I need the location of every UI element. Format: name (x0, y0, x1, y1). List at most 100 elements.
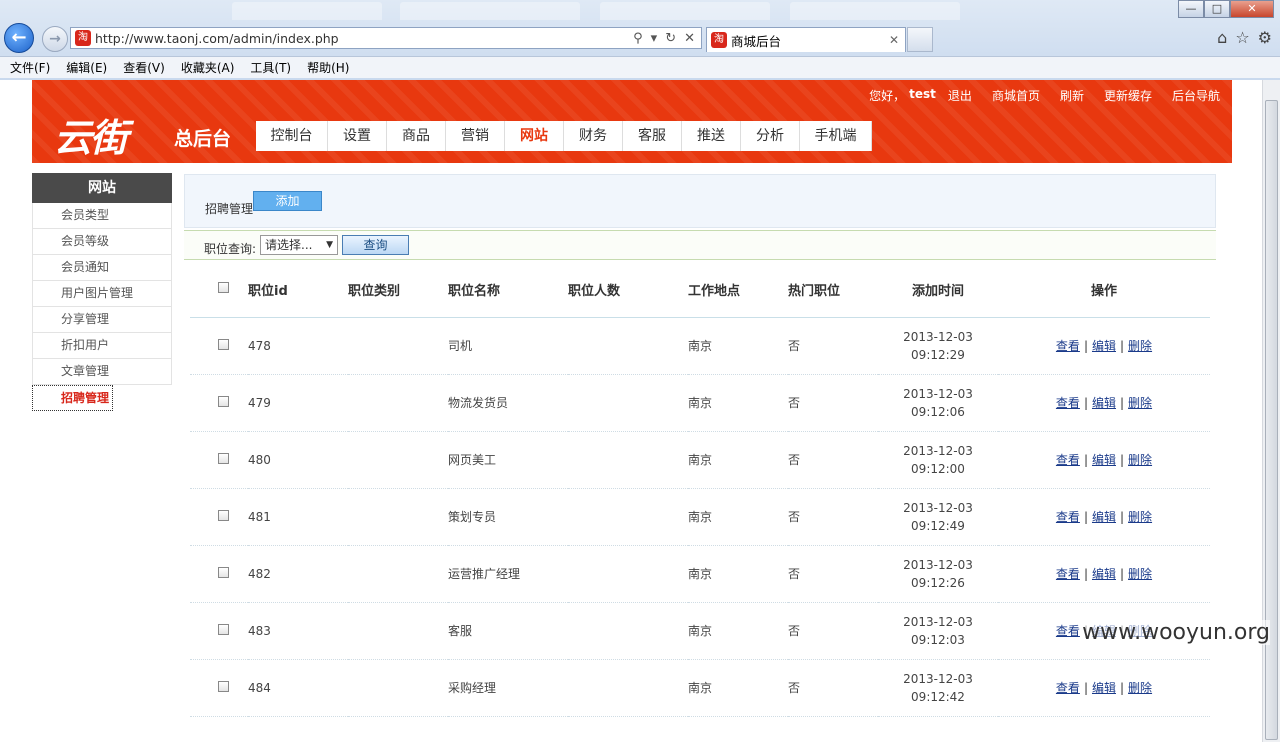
cell-time: 2013-12-03 09:12:26 (878, 545, 998, 603)
cell-location: 南京 (688, 659, 788, 717)
edit-link[interactable]: 编辑 (1092, 567, 1116, 581)
cell-name: 客服 (448, 602, 568, 660)
cell-hot: 否 (788, 602, 878, 660)
menu-edit[interactable]: 编辑(E) (66, 59, 107, 76)
row-checkbox[interactable] (218, 623, 229, 635)
view-link[interactable]: 查看 (1056, 624, 1080, 638)
table-row: 484 采购经理 南京 否 2013-12-03 09:12:42 查看 | 编辑 | 删… (190, 659, 1210, 717)
logo[interactable]: 云街 (54, 107, 128, 162)
menu-file[interactable]: 文件(F) (10, 59, 50, 76)
nav-push[interactable]: 推送 (682, 121, 741, 151)
greeting-text: 您好， (869, 89, 906, 103)
separator: | (1083, 453, 1088, 467)
maximize-button[interactable]: □ (1204, 0, 1230, 18)
menu-tools[interactable]: 工具(T) (250, 59, 291, 76)
delete-link[interactable]: 删除 (1128, 339, 1152, 353)
sidebar-item-member-type[interactable]: 会员类型 (32, 203, 172, 229)
view-link[interactable]: 查看 (1056, 339, 1080, 353)
sidebar-item-discount-users[interactable]: 折扣用户 (32, 333, 172, 359)
add-button[interactable]: 添加 (253, 191, 322, 211)
refresh-icon[interactable]: ↻ (665, 31, 676, 46)
row-checkbox[interactable] (218, 680, 229, 692)
search-icon[interactable]: ⚲ (633, 31, 643, 46)
refresh-link[interactable]: 刷新 (1060, 87, 1084, 104)
cell-hot: 否 (788, 431, 878, 489)
row-checkbox[interactable] (218, 395, 229, 407)
separator: | (1083, 396, 1088, 410)
dropdown-icon[interactable]: ▾ (651, 31, 658, 46)
cell-time: 2013-12-03 09:12:03 (878, 602, 998, 660)
cell-date: 2013-12-03 (903, 671, 973, 686)
separator: | (1120, 510, 1125, 524)
cell-name: 司机 (448, 317, 568, 375)
query-button[interactable]: 查询 (342, 235, 409, 255)
tab-close-icon[interactable]: ✕ (889, 33, 905, 47)
row-checkbox[interactable] (218, 452, 229, 464)
nav-marketing[interactable]: 营销 (446, 121, 505, 151)
nav-console[interactable]: 控制台 (256, 121, 328, 151)
delete-link[interactable]: 删除 (1128, 681, 1152, 695)
nav-products[interactable]: 商品 (387, 121, 446, 151)
view-link[interactable]: 查看 (1056, 681, 1080, 695)
minimize-button[interactable]: — (1178, 0, 1204, 18)
cell-location: 南京 (688, 431, 788, 489)
home-icon[interactable]: ⌂ (1217, 28, 1227, 47)
gear-icon[interactable]: ⚙ (1258, 28, 1272, 47)
row-checkbox[interactable] (218, 509, 229, 521)
address-bar[interactable]: 淘 http://www.taonj.com/admin/index.php ⚲… (70, 27, 702, 49)
site-favicon-icon: 淘 (75, 30, 91, 46)
nav-website[interactable]: 网站 (505, 121, 564, 151)
logout-link[interactable]: 退出 (948, 87, 972, 104)
position-select[interactable]: 请选择... ▼ (260, 235, 338, 255)
browser-tab[interactable]: 淘 商城后台 ✕ (706, 27, 906, 52)
cell-ops: 查看|编辑|删除 (998, 317, 1210, 375)
table-row: 481 策划专员 南京 否 2013-12-03 09:12:49 查看 | 编辑 | 删… (190, 488, 1210, 546)
admin-nav-link[interactable]: 后台导航 (1172, 87, 1220, 104)
stop-icon[interactable]: ✕ (684, 31, 695, 46)
row-checkbox[interactable] (218, 566, 229, 578)
select-all-checkbox[interactable] (218, 281, 229, 293)
update-cache-link[interactable]: 更新缓存 (1104, 87, 1152, 104)
delete-link[interactable]: 删除 (1128, 567, 1152, 581)
store-home-link[interactable]: 商城首页 (992, 87, 1040, 104)
sidebar-item-user-images[interactable]: 用户图片管理 (32, 281, 172, 307)
delete-link[interactable]: 删除 (1128, 453, 1152, 467)
edit-link[interactable]: 编辑 (1092, 396, 1116, 410)
sidebar: 网站 会员类型 会员等级 会员通知 用户图片管理 分享管理 折扣用户 文章管理 … (32, 173, 172, 411)
view-link[interactable]: 查看 (1056, 567, 1080, 581)
row-checkbox[interactable] (218, 338, 229, 350)
edit-link[interactable]: 编辑 (1092, 510, 1116, 524)
nav-finance[interactable]: 财务 (564, 121, 623, 151)
edit-link[interactable]: 编辑 (1092, 339, 1116, 353)
cell-clock: 09:12:29 (911, 347, 965, 362)
edit-link[interactable]: 编辑 (1092, 453, 1116, 467)
forward-button[interactable]: → (42, 26, 68, 52)
sidebar-item-articles[interactable]: 文章管理 (32, 359, 172, 385)
username: test (909, 87, 936, 101)
jobs-table: 职位id 职位类别 职位名称 职位人数 工作地点 热门职位 添加时间 操作 47… (190, 262, 1210, 717)
sidebar-item-share[interactable]: 分享管理 (32, 307, 172, 333)
view-link[interactable]: 查看 (1056, 510, 1080, 524)
edit-link[interactable]: 编辑 (1092, 681, 1116, 695)
col-location: 工作地点 (688, 262, 788, 318)
sidebar-item-recruitment[interactable]: 招聘管理 (32, 385, 113, 411)
menu-view[interactable]: 查看(V) (123, 59, 165, 76)
view-link[interactable]: 查看 (1056, 453, 1080, 467)
nav-analytics[interactable]: 分析 (741, 121, 800, 151)
back-button[interactable]: ← (4, 23, 34, 53)
new-tab-button[interactable] (907, 27, 933, 52)
sidebar-item-member-notice[interactable]: 会员通知 (32, 255, 172, 281)
delete-link[interactable]: 删除 (1128, 510, 1152, 524)
view-link[interactable]: 查看 (1056, 396, 1080, 410)
separator: | (1120, 453, 1125, 467)
sidebar-item-member-level[interactable]: 会员等级 (32, 229, 172, 255)
nav-service[interactable]: 客服 (623, 121, 682, 151)
url-text[interactable]: http://www.taonj.com/admin/index.php (95, 31, 633, 46)
nav-settings[interactable]: 设置 (328, 121, 387, 151)
close-window-button[interactable]: ✕ (1230, 0, 1274, 18)
menu-help[interactable]: 帮助(H) (307, 59, 349, 76)
delete-link[interactable]: 删除 (1128, 396, 1152, 410)
favorites-star-icon[interactable]: ☆ (1235, 28, 1249, 47)
menu-favorites[interactable]: 收藏夹(A) (181, 59, 235, 76)
nav-mobile[interactable]: 手机端 (800, 121, 872, 151)
